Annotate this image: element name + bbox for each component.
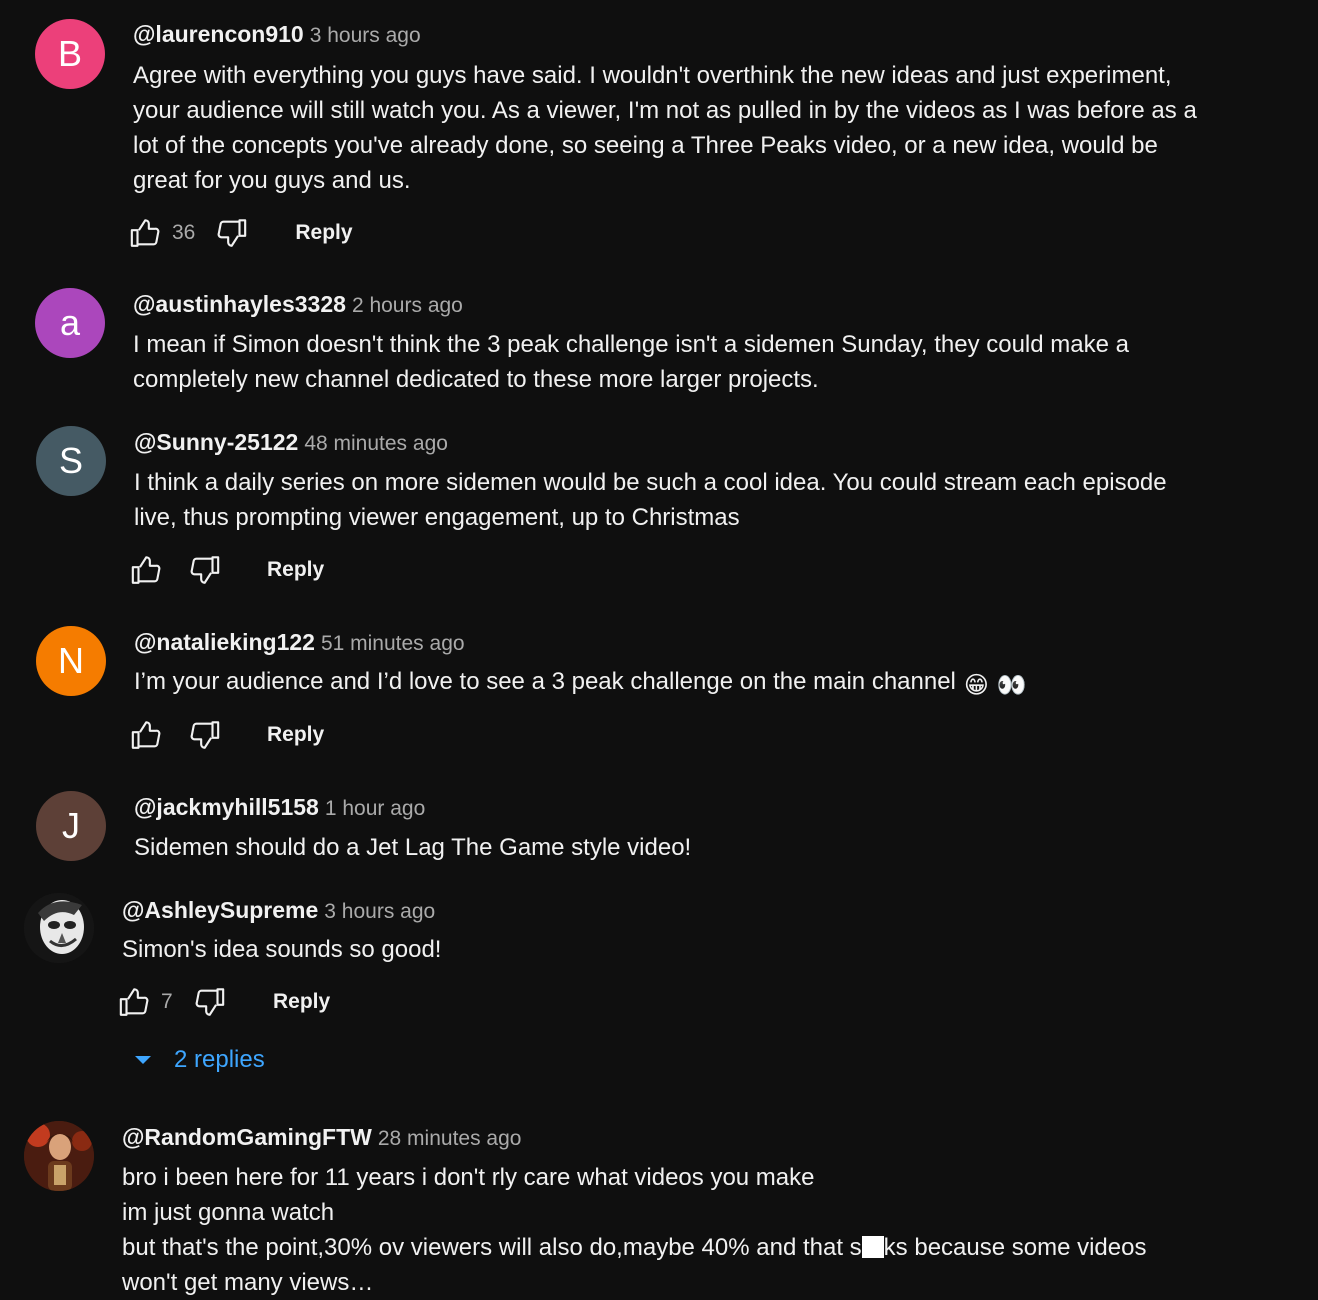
avatar[interactable]: a <box>35 288 105 358</box>
reply-button[interactable]: Reply <box>295 221 352 245</box>
like-button[interactable] <box>128 215 164 251</box>
like-count: 7 <box>161 990 173 1013</box>
comment-author[interactable]: @laurencon910 <box>133 21 304 47</box>
comment-line: completely new channel dedicated to thes… <box>133 366 819 393</box>
comment-line: Sidemen should do a Jet Lag The Game sty… <box>134 834 692 861</box>
comment-line: im just gonna watch <box>122 1199 335 1226</box>
avatar[interactable]: S <box>36 426 106 496</box>
dislike-button[interactable] <box>213 215 249 251</box>
eyes-emoji: 👀 <box>996 672 1027 699</box>
like-button[interactable] <box>117 984 153 1020</box>
comment-line: Agree with everything you guys have said… <box>133 62 1172 89</box>
thumbs-down-icon <box>195 988 225 1016</box>
comment-line: but that's the point,30% ov viewers will… <box>122 1230 1212 1265</box>
dislike-button[interactable] <box>186 552 222 588</box>
avatar[interactable] <box>24 893 94 963</box>
gaming-avatar-image <box>24 1121 94 1191</box>
comment-line: I’m your audience and I’d love to see a … <box>134 664 1224 703</box>
comment-line-text: but that's the point,30% ov viewers will… <box>122 1234 862 1261</box>
replies-count-label[interactable]: 2 replies <box>174 1046 265 1074</box>
comment-timestamp[interactable]: 3 hours ago <box>324 900 435 923</box>
caret-down-icon <box>135 1056 151 1064</box>
avatar[interactable] <box>24 1121 94 1191</box>
comment-author[interactable]: @RandomGamingFTW <box>122 1124 372 1150</box>
thumbs-up-icon <box>131 556 161 584</box>
comment-line: your audience will still watch you. As a… <box>133 97 1197 124</box>
comment-author[interactable]: @Sunny-25122 <box>134 429 298 455</box>
comment-line: I mean if Simon doesn't think the 3 peak… <box>133 331 1129 358</box>
like-count: 36 <box>172 221 196 244</box>
comment-timestamp[interactable]: 1 hour ago <box>325 797 425 820</box>
dislike-button[interactable] <box>186 717 222 753</box>
comment-author[interactable]: @jackmyhill5158 <box>134 794 319 820</box>
avatar[interactable]: B <box>35 19 105 89</box>
comment-text: bro i been here for 11 years i don't rly… <box>122 1160 1212 1300</box>
like-button[interactable] <box>129 552 165 588</box>
comment-timestamp[interactable]: 2 hours ago <box>352 294 463 317</box>
reply-button[interactable]: Reply <box>267 558 324 582</box>
comment-author[interactable]: @AshleySupreme <box>122 897 318 923</box>
comment-text: I’m your audience and I’d love to see a … <box>134 664 1224 703</box>
comment-line: won't get many views… <box>122 1269 374 1296</box>
thumbs-up-icon <box>130 219 160 247</box>
thumbs-down-icon <box>190 721 220 749</box>
like-button[interactable] <box>129 717 165 753</box>
comment-line-text: I’m your audience and I’d love to see a … <box>134 668 956 695</box>
reply-button[interactable]: Reply <box>273 990 330 1014</box>
reply-button[interactable]: Reply <box>267 723 324 747</box>
joker-avatar-image <box>24 893 94 963</box>
avatar[interactable]: J <box>36 791 106 861</box>
dislike-button[interactable] <box>191 984 227 1020</box>
comment-line: live, thus prompting viewer engagement, … <box>134 504 740 531</box>
comment-text: I think a daily series on more sidemen w… <box>134 465 1224 535</box>
comment-line-text: ks because some videos <box>883 1234 1147 1261</box>
comment-text: I mean if Simon doesn't think the 3 peak… <box>133 327 1223 397</box>
censor-block <box>861 1236 884 1258</box>
thumbs-up-icon <box>119 988 149 1016</box>
comment-timestamp[interactable]: 28 minutes ago <box>378 1127 522 1150</box>
comment-author[interactable]: @natalieking122 <box>134 629 315 655</box>
thumbs-down-icon <box>217 219 247 247</box>
comment-line: I think a daily series on more sidemen w… <box>134 469 1167 496</box>
grinning-face-emoji: 😁 <box>963 672 989 699</box>
comment-timestamp[interactable]: 51 minutes ago <box>321 632 465 655</box>
comment-text: Agree with everything you guys have said… <box>133 58 1223 198</box>
comment-line: lot of the concepts you've already done,… <box>133 132 1158 159</box>
avatar[interactable]: N <box>36 626 106 696</box>
view-replies-button[interactable]: 2 replies <box>133 1046 265 1074</box>
comment-text: Simon's idea sounds so good! <box>122 932 1212 967</box>
comment-line: great for you guys and us. <box>133 167 411 194</box>
comment-author[interactable]: @austinhayles3328 <box>133 291 346 317</box>
comment-text: Sidemen should do a Jet Lag The Game sty… <box>134 830 1224 865</box>
thumbs-down-icon <box>190 556 220 584</box>
comment-line: Simon's idea sounds so good! <box>122 936 442 963</box>
thumbs-up-icon <box>131 721 161 749</box>
comment-line: bro i been here for 11 years i don't rly… <box>122 1164 815 1191</box>
comment-timestamp[interactable]: 3 hours ago <box>310 24 421 47</box>
comment-timestamp[interactable]: 48 minutes ago <box>304 432 448 455</box>
